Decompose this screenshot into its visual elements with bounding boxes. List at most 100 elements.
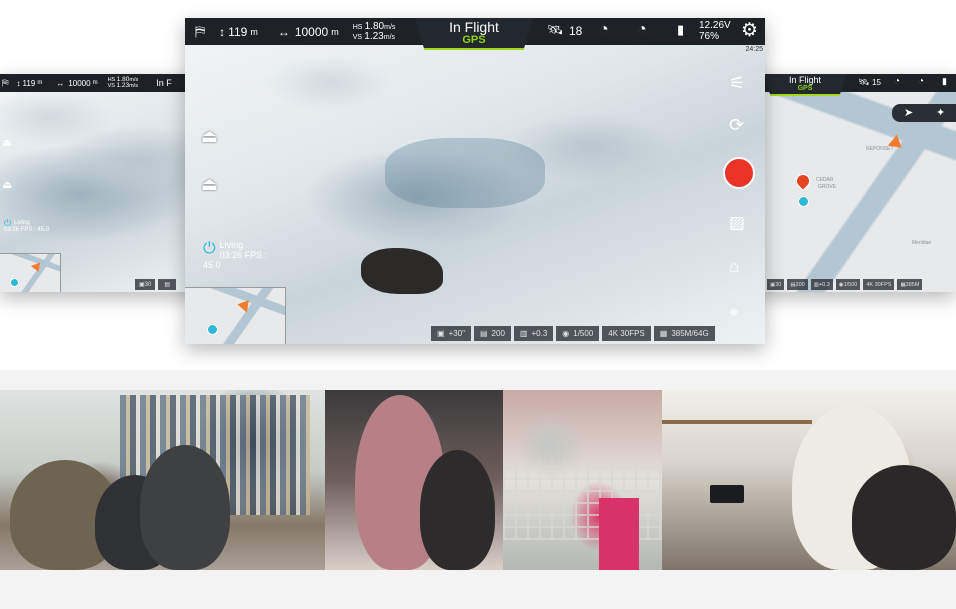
pink-sign — [599, 498, 639, 570]
left-power-icon: ⏻ — [4, 218, 12, 228]
switch-camera-icon[interactable]: ⟳ — [729, 115, 753, 139]
left-camera-bar: ▣ 30 ▤ — [132, 279, 177, 290]
right-map-place-3: GROVE — [818, 184, 837, 190]
exposure-value: +0.3 — [531, 329, 548, 338]
left-ev-cell[interactable]: ▣ 30 — [135, 279, 156, 290]
gear-icon[interactable]: ⚙ — [741, 19, 758, 42]
distance-arrow-icon: ↔ — [56, 78, 65, 88]
left-flight-status: In F — [156, 78, 172, 88]
left-vs-unit: m/s — [129, 83, 138, 89]
pilot-location-icon[interactable]: ✦ — [936, 106, 945, 119]
left-takeoff-icon[interactable]: ⏏ — [2, 136, 12, 149]
right-cell-4[interactable]: 4K 30FPS — [863, 279, 895, 290]
right-map-place-2: CEDAR — [816, 177, 834, 183]
rc-signal-icon[interactable]: ◔ — [599, 21, 609, 39]
left-vs-value: 1.23 — [116, 82, 130, 89]
flight-status-text: In Flight — [449, 19, 499, 35]
left-distance: 10000 — [68, 78, 91, 88]
exposure-icon: ▥ — [519, 329, 528, 338]
table — [662, 420, 812, 450]
photo-shop-display — [503, 390, 662, 570]
iso-value: 200 — [491, 329, 505, 338]
storage-value: 385M/64G — [671, 329, 709, 338]
living-status: ⏻ Living 03:26 FPS : 45.0 — [203, 240, 271, 270]
left-distance-unit: m — [92, 80, 98, 86]
man-glasses — [852, 465, 956, 570]
speed-block: HS 1.80m/s VS 1.23m/s — [353, 21, 396, 42]
shutter-icon: ◉ — [562, 329, 570, 338]
left-minimap[interactable] — [0, 253, 61, 292]
storage-cell[interactable]: ▦ 385M/64G — [653, 326, 715, 341]
left-landing-icon[interactable]: ⏏ — [2, 178, 12, 191]
left-top-bar: ⛿ ↕ 119 m ↔ 10000 m HS 1.80m/s VS 1.23m/… — [0, 74, 200, 92]
left-aircraft-marker-icon — [30, 262, 44, 274]
altitude-arrow-icon: ↕ — [16, 78, 21, 88]
ev-value: +30" — [448, 329, 465, 338]
takeoff-icon[interactable]: ⏏ — [201, 126, 218, 147]
gimbal-icon[interactable]: ⌂ — [729, 257, 753, 281]
left-vs-label: VS — [107, 83, 115, 89]
shutter-cell[interactable]: ◉ 1/500 — [556, 326, 600, 341]
no-fly-icon[interactable]: ⛿ — [195, 23, 205, 40]
right-rc-signal-icon: ◔ — [894, 76, 901, 87]
left-fpv-panel: ⛿ ↕ 119 m ↔ 10000 m HS 1.80m/s VS 1.23m/… — [0, 74, 200, 292]
right-map-panel: In Flight GPS 🛰 15 ◔ ◔ ▮ ➤ ✦ NEPONSET CE… — [750, 74, 956, 292]
person-right — [140, 445, 230, 570]
main-top-right-group: 🛰 18 ◔ ◔ ▮ 12.26V 76% ⚙ — [537, 18, 765, 45]
exposure-cell[interactable]: ▥ +0.3 — [513, 326, 554, 341]
vs-unit: m/s — [383, 33, 396, 41]
record-button[interactable] — [723, 157, 755, 189]
flight-status-block: In Flight GPS — [415, 18, 533, 50]
camera-settings-icon[interactable]: ⚟ — [729, 73, 753, 97]
left-altitude: 119 — [22, 78, 36, 88]
right-cell-2[interactable]: ▥ +0.3 — [810, 279, 833, 290]
hs-unit: m/s — [384, 23, 396, 31]
camera-params-bar: ▣ +30" ▤ 200 ▥ +0.3 ◉ 1/500 4K 30FPS ▦ 385M/6… — [428, 326, 715, 341]
distance-arrow-icon: ↔ — [277, 24, 290, 39]
right-cell-5[interactable]: ▦ 385M — [897, 279, 923, 290]
right-cell-2-value: +0.3 — [818, 281, 830, 288]
right-cell-1-value: 200 — [795, 281, 805, 288]
right-waypoint-marker-icon — [793, 171, 813, 191]
right-home-marker-icon — [798, 196, 809, 207]
landing-icon[interactable]: ⏏ — [201, 174, 218, 195]
main-fpv-panel: ⛿ ↕ 119 m ↔ 10000 m HS 1.80m/s VS 1.23m/… — [185, 18, 765, 344]
left-living-label: Living — [14, 220, 30, 226]
iso-cell[interactable]: ▤ 200 — [473, 326, 511, 341]
image-signal-icon[interactable]: ◔ — [637, 21, 647, 39]
right-camera-bar: ▣ 30 ▤ 200 ▥ +0.3 ◉ 1/500 4K 30FPS ▦ 385… — [764, 279, 923, 290]
drone-settings-icon[interactable]: ⌖ — [729, 303, 753, 327]
left-living-status: ⏻ Living 03:26 FPS : 45.0 — [4, 218, 49, 234]
right-satellite-icon: 🛰 — [858, 77, 870, 87]
locate-icon[interactable]: ➤ — [904, 106, 913, 119]
right-positioning-text: GPS — [797, 85, 813, 92]
left-ev-value: 30 — [144, 281, 152, 288]
right-cell-1[interactable]: ▤ 200 — [787, 279, 808, 290]
voltage-text: 12.26V — [699, 20, 731, 31]
ev-icon: ▣ — [437, 329, 445, 338]
photo-girls-phone — [325, 390, 503, 570]
satellite-icon[interactable]: 🛰 — [547, 22, 564, 38]
battery-icon[interactable]: ▮ — [677, 22, 684, 38]
resolution-cell[interactable]: 4K 30FPS — [602, 326, 651, 341]
right-flight-status-text: In Flight — [788, 75, 821, 85]
no-fly-icon: ⛿ — [2, 77, 9, 88]
positioning-text: GPS — [462, 34, 486, 46]
girl-brunette — [420, 450, 495, 570]
storage-icon: ▦ — [659, 329, 668, 338]
right-cell-3[interactable]: ◉ 1/500 — [835, 279, 861, 290]
left-home-marker-icon — [10, 278, 19, 287]
ev-cell[interactable]: ▣ +30" — [431, 326, 471, 341]
right-map-place-4: Meridian — [912, 240, 932, 246]
distance-value: 10000 — [294, 24, 329, 39]
battery-info: 12.26V 76% — [699, 20, 731, 42]
left-speed-block: HS 1.80m/s VS 1.23m/s — [107, 76, 139, 89]
right-control-rail: ⚟ ⟳ ▨ ⌂ ⌖ — [717, 45, 765, 344]
left-iso-cell[interactable]: ▤ — [158, 279, 177, 290]
gallery-icon[interactable]: ▨ — [729, 213, 753, 237]
right-cell-0[interactable]: ▣ 30 — [767, 279, 785, 290]
living-label: Living — [219, 240, 244, 250]
minimap[interactable] — [185, 287, 286, 344]
right-cell-0-value: 30 — [775, 281, 782, 288]
battery-percent-text: 76% — [699, 31, 720, 42]
